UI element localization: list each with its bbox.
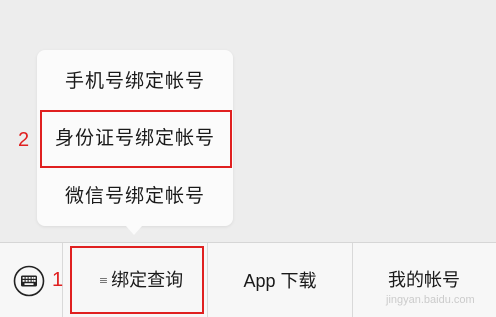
tab-binding-query[interactable]: ≡ 绑定查询 (86, 266, 196, 296)
annotation-marker-1: 1 (52, 269, 64, 291)
tab-app-download[interactable]: App 下载 (210, 266, 350, 296)
menu-lines-icon: ≡ (98, 274, 109, 287)
menu-item-idcard-bind[interactable]: 身份证号绑定帐号 (37, 123, 233, 153)
tab-my-account[interactable]: 我的帐号 (360, 266, 488, 296)
tab-binding-query-label: 绑定查询 (111, 270, 184, 291)
watermark: jingyan.baidu.com (386, 294, 475, 306)
popup-arrow (126, 226, 142, 235)
menu-item-wechat-bind[interactable]: 微信号绑定帐号 (37, 181, 233, 211)
annotation-marker-2: 2 (18, 129, 30, 151)
bar-divider (207, 243, 208, 317)
menu-item-phone-bind[interactable]: 手机号绑定帐号 (37, 66, 233, 96)
bar-divider (352, 243, 353, 317)
keyboard-icon[interactable] (13, 265, 45, 297)
